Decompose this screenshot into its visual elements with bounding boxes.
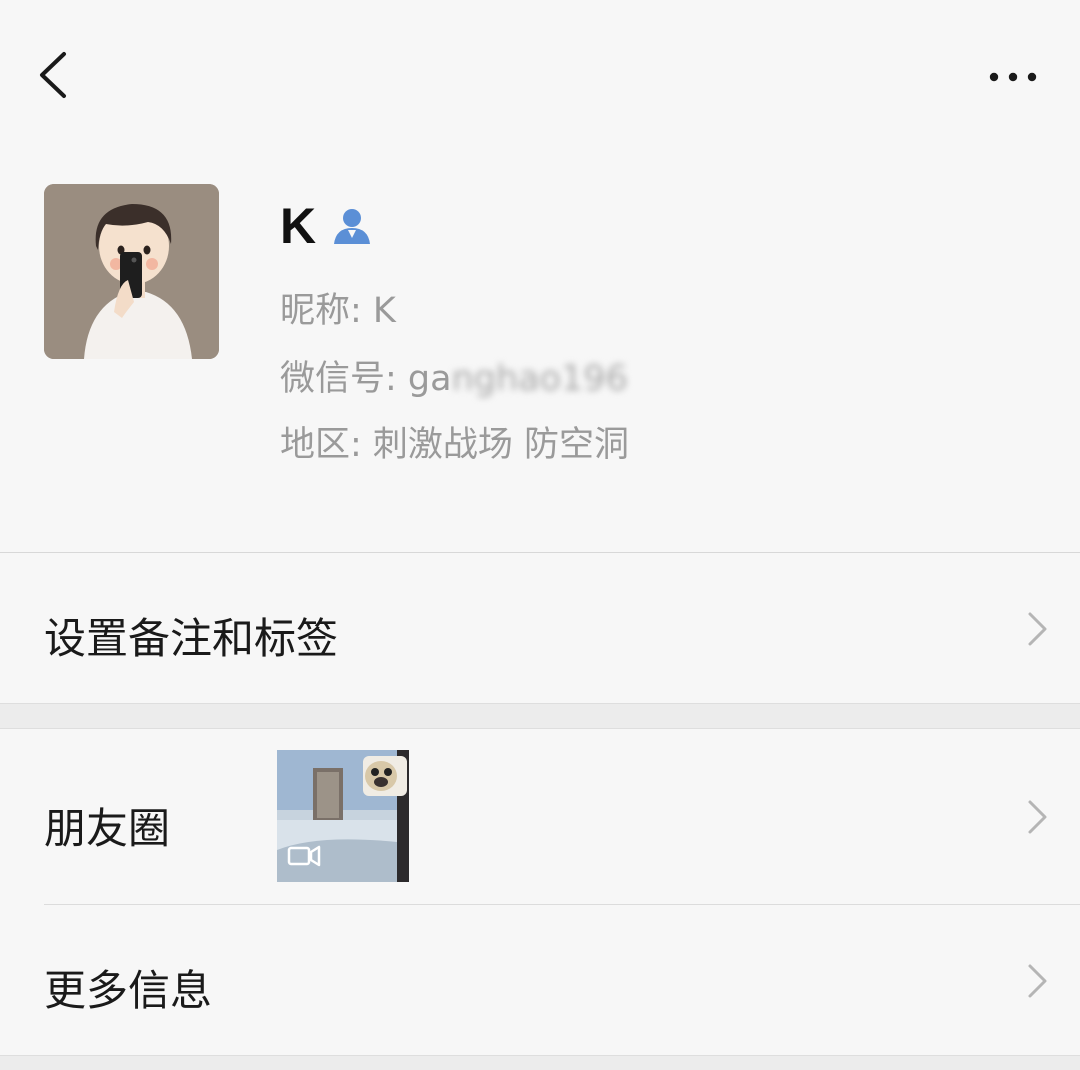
wechat-id-value[interactable]: ga [408,359,452,399]
wechat-id-line: 微信号: ganghao196 [280,350,628,401]
chevron-right-icon [1028,612,1047,646]
more-info-label: 更多信息 [44,966,213,1015]
avatar[interactable] [44,184,219,359]
moments-label: 朋友圈 [44,804,171,853]
wechat-id-blurred: nghao196 [451,359,628,399]
section-gap [0,703,1080,729]
avatar-illustration [44,184,219,359]
more-button[interactable] [978,52,1050,98]
more-info-row[interactable]: 更多信息 [0,905,1080,1055]
nickname-line: 昵称: K [280,282,396,333]
wechat-id-label: 微信号: [280,359,408,399]
moments-video-thumbnail [277,750,409,882]
profile-card: K 昵称: K 微信号: ganghao196 地区: 刺激战场 防空洞 [0,0,1080,552]
region-label: 地区: [280,425,373,465]
chevron-right-icon [1028,964,1047,998]
chevron-left-icon [40,52,66,98]
set-remark-and-tags-row[interactable]: 设置备注和标签 [0,553,1080,703]
more-dots-icon [989,72,1037,82]
nickname-label: 昵称: [280,291,373,331]
display-name: K [280,198,317,254]
back-button[interactable] [30,48,80,102]
moments-thumbnail[interactable] [277,750,409,882]
person-icon [334,209,371,244]
set-remark-and-tags-label: 设置备注和标签 [44,614,339,663]
moments-row[interactable]: 朋友圈 [0,729,1080,905]
name-row: K [280,196,374,256]
region-line: 地区: 刺激战场 防空洞 [280,416,629,467]
nickname-value: K [372,291,396,331]
region-value: 刺激战场 防空洞 [372,425,630,465]
section-gap-bottom [0,1055,1080,1070]
chevron-right-icon [1028,800,1047,834]
